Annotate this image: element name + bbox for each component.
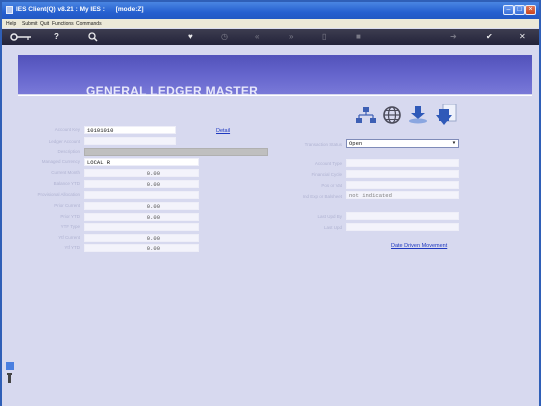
prior-ytd-label: Prior YTD <box>60 214 80 219</box>
ytf-type-field[interactable] <box>84 223 199 231</box>
prior-current-label: Prior Current <box>54 203 80 208</box>
transaction-status-label: Transaction Status <box>304 142 342 147</box>
document-icon[interactable] <box>434 103 458 128</box>
menu-bar: Help Submit Quit Functions Commands <box>2 19 539 28</box>
maximize-button[interactable]: □ <box>514 5 525 15</box>
application-window: IES Client(Q) v8.21 : My IES : [mode:Z] … <box>0 0 541 406</box>
account-key-field[interactable]: 10101010 <box>84 126 176 134</box>
next-icon[interactable]: ➜ <box>450 32 457 42</box>
toolbar: ? ♥ ◷ « » ▯ ■ ➜ ✔ ✕ <box>2 29 539 45</box>
balance-ytd-label: Balance YTD <box>53 181 80 186</box>
key-icon[interactable] <box>10 32 32 45</box>
balance-ytd-field: 0.00 <box>84 180 199 188</box>
account-type-label: Account Type <box>314 161 342 166</box>
account-type-field[interactable] <box>346 159 459 167</box>
prior-current-field: 0.00 <box>84 202 199 210</box>
ind-exp-or-balsheet-label: Ind Exp or Balsheet <box>302 194 342 199</box>
ytf-ytd-label: Ytf YTD <box>64 245 80 250</box>
description-field[interactable] <box>84 148 268 156</box>
pos-or-vat-field[interactable] <box>346 181 459 189</box>
side-panel-icons <box>6 362 14 386</box>
ytf-ytd-field: 0.00 <box>84 244 199 252</box>
financial-cycle-label: Financial Cycle <box>311 172 342 177</box>
minimize-button[interactable]: ‒ <box>503 5 514 15</box>
download-icon[interactable] <box>408 106 428 126</box>
transaction-status-select[interactable]: Open ▼ <box>346 139 459 148</box>
provisional-allocation-label: Provisional Allocation <box>37 192 80 197</box>
chevron-down-icon[interactable]: ▼ <box>451 141 457 146</box>
pos-or-vat-label: Pos or Vat <box>321 183 342 188</box>
ytf-current-field: 0.00 <box>84 234 199 242</box>
financial-cycle-field[interactable] <box>346 170 459 178</box>
ledger-account-label: Ledger Account <box>48 139 80 144</box>
managed-currency-label: Managed Currency <box>41 159 80 164</box>
title-bar: IES Client(Q) v8.21 : My IES : [mode:Z] … <box>2 2 539 19</box>
org-chart-icon[interactable] <box>356 106 376 126</box>
close-icon[interactable]: ✕ <box>519 32 526 42</box>
last-upd-field <box>346 223 459 231</box>
provisional-allocation-field <box>84 191 199 199</box>
current-month-label: Current Month <box>51 170 80 175</box>
managed-currency-field[interactable]: LOCAL R <box>84 158 199 166</box>
help-icon[interactable]: ? <box>54 32 59 42</box>
menu-submit[interactable]: Submit <box>22 21 38 27</box>
menu-functions[interactable]: Functions <box>52 21 74 27</box>
delete-icon[interactable]: ■ <box>356 32 361 42</box>
clock-icon[interactable]: ◷ <box>221 32 228 42</box>
side-panel-icon[interactable] <box>6 362 14 384</box>
heart-icon[interactable]: ♥ <box>188 32 193 42</box>
transaction-status-value: Open <box>349 140 363 147</box>
close-window-button[interactable]: × <box>525 5 536 15</box>
search-icon[interactable] <box>88 32 98 45</box>
fast-forward-icon[interactable]: » <box>289 32 293 42</box>
ind-exp-or-balsheet-field[interactable]: not indicated <box>346 191 459 199</box>
menu-quit[interactable]: Quit <box>40 21 49 27</box>
menu-help[interactable]: Help <box>6 21 16 27</box>
detail-link[interactable]: Detail <box>216 128 230 134</box>
globe-icon[interactable] <box>382 105 402 127</box>
ytf-type-label: YTF Type <box>60 224 80 229</box>
page-banner: GENERAL LEDGER MASTER <box>18 55 532 98</box>
date-driven-movement-link[interactable]: Date Driven Movement <box>391 243 447 249</box>
ledger-account-field[interactable] <box>84 137 176 145</box>
current-month-field: 0.00 <box>84 169 199 177</box>
last-upd-by-label: Last Upd By <box>317 214 342 219</box>
account-key-label: Account Key <box>54 127 80 132</box>
save-icon[interactable]: ▯ <box>322 32 326 42</box>
app-icon <box>6 6 13 14</box>
ytf-current-label: Ytf Current <box>58 235 80 240</box>
last-upd-label: Last Upd <box>323 225 342 230</box>
rewind-icon[interactable]: « <box>255 32 259 42</box>
menu-commands[interactable]: Commands <box>76 21 102 27</box>
prior-ytd-field: 0.00 <box>84 213 199 221</box>
last-upd-by-field <box>346 212 459 220</box>
window-title: IES Client(Q) v8.21 : My IES : [mode:Z] <box>16 6 144 13</box>
banner-divider <box>18 95 532 96</box>
ok-icon[interactable]: ✔ <box>486 32 493 42</box>
description-label: Description <box>57 149 80 154</box>
